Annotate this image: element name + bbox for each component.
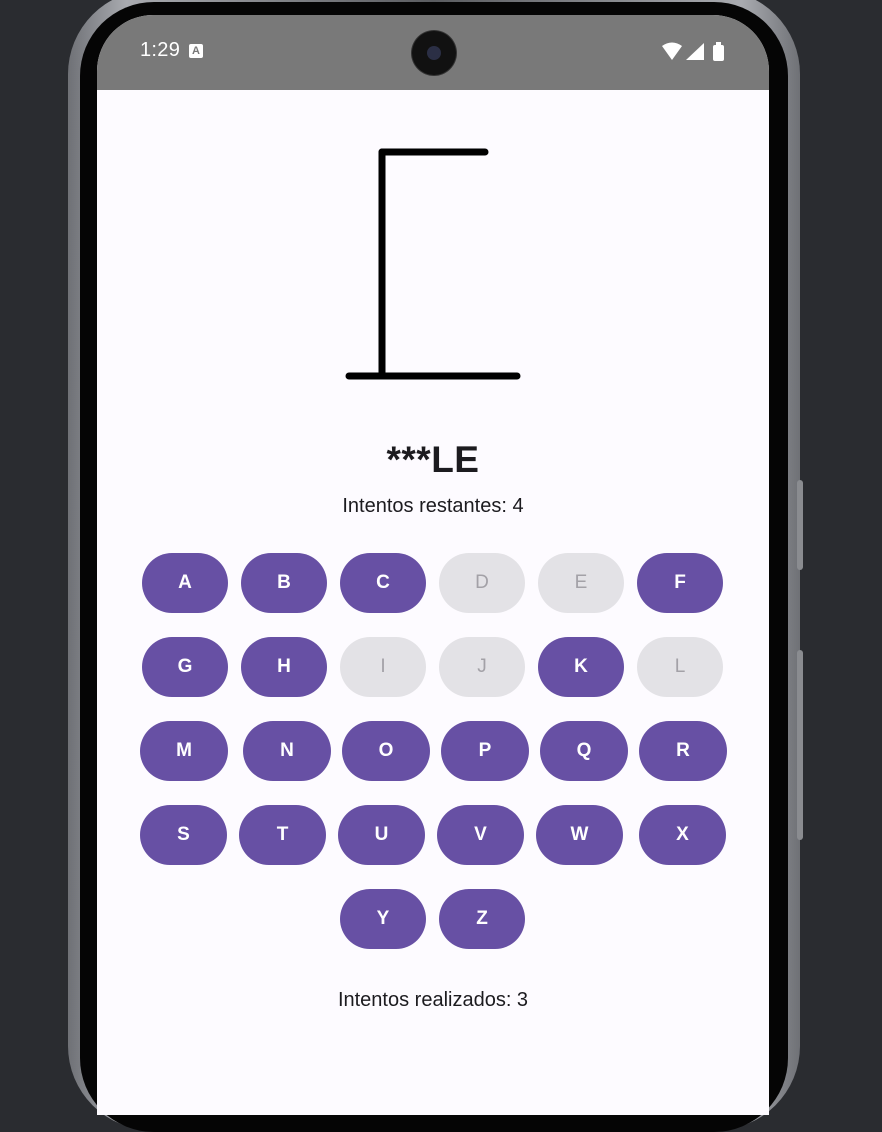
attempts-made: Intentos realizados: 3 <box>337 989 529 1011</box>
notification-icon: A <box>189 44 203 58</box>
letter-key-n[interactable]: N <box>243 721 331 781</box>
power-button <box>797 650 803 840</box>
letter-key-k[interactable]: K <box>538 637 624 697</box>
letter-key-o[interactable]: O <box>342 721 430 781</box>
letter-key-a[interactable]: A <box>142 553 228 613</box>
letter-key-f[interactable]: F <box>637 553 723 613</box>
app-screen: 1:29 A ***LE Intentos restantes: 4 ABCDE… <box>97 15 769 1115</box>
cellular-signal-icon <box>686 43 704 60</box>
letter-key-g[interactable]: G <box>142 637 228 697</box>
letter-key-w[interactable]: W <box>536 805 623 865</box>
letter-key-z[interactable]: Z <box>439 889 525 949</box>
front-camera <box>412 31 456 75</box>
status-time: 1:29 <box>140 39 181 61</box>
wifi-icon <box>662 42 682 60</box>
letter-key-p[interactable]: P <box>441 721 529 781</box>
letter-key-c[interactable]: C <box>340 553 426 613</box>
letter-key-m[interactable]: M <box>140 721 228 781</box>
masked-word: ***LE <box>386 439 480 480</box>
status-bar: 1:29 A <box>97 15 769 90</box>
battery-icon <box>713 45 724 61</box>
letter-key-j: J <box>439 637 525 697</box>
status-icons <box>662 42 724 61</box>
letter-key-x[interactable]: X <box>639 805 726 865</box>
letter-key-t[interactable]: T <box>239 805 326 865</box>
letter-key-r[interactable]: R <box>639 721 727 781</box>
letter-key-b[interactable]: B <box>241 553 327 613</box>
letter-key-q[interactable]: Q <box>540 721 628 781</box>
volume-button <box>797 480 803 570</box>
letter-key-i: I <box>340 637 426 697</box>
letter-key-d: D <box>439 553 525 613</box>
letter-key-v[interactable]: V <box>437 805 524 865</box>
hangman-gallows <box>345 148 521 380</box>
letter-key-u[interactable]: U <box>338 805 425 865</box>
letter-key-y[interactable]: Y <box>340 889 426 949</box>
letter-key-e: E <box>538 553 624 613</box>
letter-key-l: L <box>637 637 723 697</box>
letter-key-h[interactable]: H <box>241 637 327 697</box>
letter-key-s[interactable]: S <box>140 805 227 865</box>
remaining-attempts: Intentos restantes: 4 <box>342 495 524 517</box>
